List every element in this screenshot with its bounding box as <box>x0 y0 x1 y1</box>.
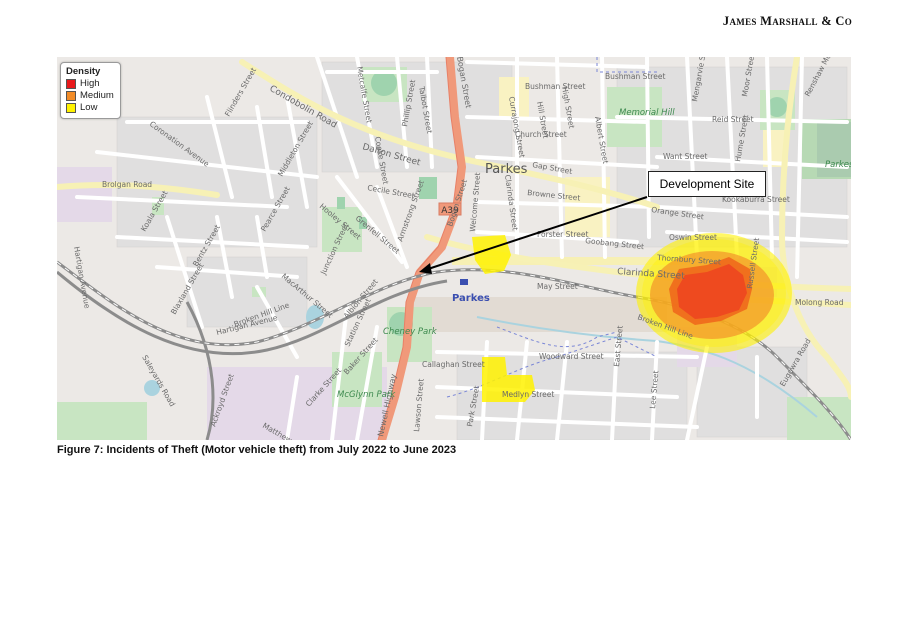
street-label-bushman: Bushman Street <box>525 82 585 91</box>
legend-item-low: Low <box>66 102 114 114</box>
figure-caption: Figure 7: Incidents of Theft (Motor vehi… <box>57 444 457 456</box>
legend-label-low: Low <box>80 102 98 113</box>
street-label-medlyn: Medlyn Street <box>502 390 554 399</box>
legend-swatch-high <box>66 79 76 89</box>
legend-label-high: High <box>80 78 100 89</box>
legend-item-medium: Medium <box>66 90 114 102</box>
development-site-callout: Development Site <box>648 171 766 197</box>
park-label-mcglynn: McGlynn Park <box>337 390 396 400</box>
legend-swatch-medium <box>66 91 76 101</box>
street-label-molong: Molong Road <box>795 298 844 307</box>
legend-title: Density <box>66 66 101 77</box>
park-label-memorial: Memorial Hill <box>619 108 675 118</box>
park-label-cheney: Cheney Park <box>383 327 438 337</box>
street-label-woodward: Woodward Street <box>539 352 604 361</box>
park-label-cemetery: Parkes Cemetery <box>825 160 851 170</box>
legend-swatch-low <box>66 103 76 113</box>
street-label-bushman-2: Bushman Street <box>605 72 665 81</box>
street-label-oswin: Oswin Street <box>669 233 717 242</box>
street-label-brolgan: Brolgan Road <box>102 180 152 189</box>
map-canvas: A39 Parkes Parkes Condobolin Road Dalton… <box>57 57 851 440</box>
street-label-want: Want Street <box>663 152 707 161</box>
legend-label-medium: Medium <box>80 90 114 101</box>
company-name: James Marshall & Co <box>722 14 852 28</box>
street-label-callaghan: Callaghan Street <box>422 360 485 369</box>
theft-density-map: A39 Parkes Parkes Condobolin Road Dalton… <box>57 57 851 440</box>
map-legend: Density High Medium Low <box>60 62 121 119</box>
street-label-may: May Street <box>537 282 578 291</box>
station-label: Parkes <box>452 293 490 304</box>
legend-item-high: High <box>66 78 114 90</box>
